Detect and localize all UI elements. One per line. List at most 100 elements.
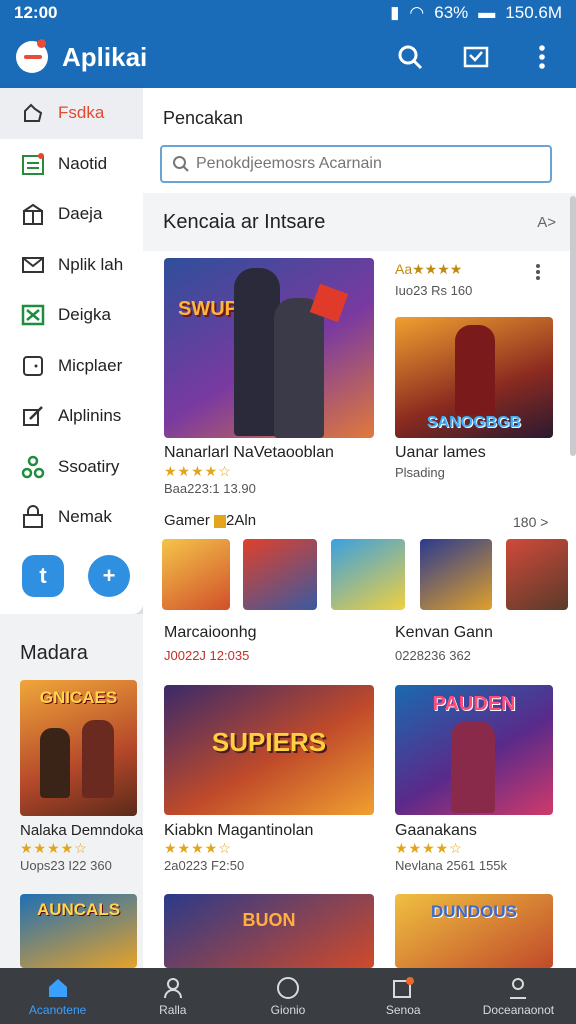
left-card-thumbnail[interactable]: GNICAES [20, 680, 137, 816]
share-nodes-icon [18, 452, 48, 482]
nav-label: Doceanaonot [482, 1002, 555, 1017]
search-button[interactable] [392, 39, 428, 75]
search-icon [173, 156, 189, 172]
wifi-icon: ◠ [409, 3, 425, 22]
sidebar-item-label: Deigka [58, 305, 111, 325]
thumb-title-text: SANOGBGB [426, 414, 522, 431]
sidebar-item-ssoatiry[interactable]: Ssoatiry [0, 442, 143, 493]
character-figure [455, 325, 495, 415]
nav-label: Acanotene [28, 1002, 87, 1017]
sidebar-add-button[interactable]: + [88, 554, 130, 597]
sidebar-item-label: Micplaer [58, 355, 123, 375]
left-panel: Madara GNICAES Nalaka Demndoka ★★★★☆ Uop… [0, 614, 143, 968]
sidebar-item-label: Naotid [58, 153, 108, 173]
app-root: 12:00 ▮ ◠ 63% ▬ 150.6M Aplikai Fsdka Nao… [0, 0, 576, 1024]
calendar-icon [18, 149, 48, 179]
character-figure [451, 721, 495, 813]
left-card-stars: ★★★★☆ [20, 840, 88, 856]
status-clock-right: 150.6M [505, 3, 562, 22]
card3-stars: ★★★★☆ [395, 840, 463, 856]
mid-right-title: Kenvan Gann [395, 624, 493, 641]
nav-ralla[interactable]: Ralla [115, 968, 230, 1024]
sidebar-item-micplaer[interactable]: Micplaer [0, 341, 143, 392]
thumb-title-text: DUNDOUS [431, 902, 517, 921]
thumb-title-text: PAUDEN [432, 693, 516, 715]
more-vertical-icon [539, 45, 545, 69]
sidebar-item-alplinins[interactable]: Alplinins [0, 391, 143, 442]
side-card-rating: Aa★★★★ [395, 261, 463, 277]
mid-left-sub: J0022J 12:035 [164, 648, 250, 663]
sidebar-item-daeja[interactable]: Daeja [0, 189, 143, 240]
nav-senoa[interactable]: Senoa [346, 968, 461, 1024]
sidebar-t-button[interactable]: t [22, 554, 64, 597]
card2-title: Kiabkn Magantinolan [164, 822, 314, 839]
more-vertical-icon [536, 264, 540, 280]
sidebar-item-label: Fsdka [58, 103, 105, 123]
left-card-sub: Uops23 I22 360 [20, 858, 112, 873]
status-time: 12:00 [14, 3, 58, 22]
character-figure [274, 298, 324, 438]
card2-stars: ★★★★☆ [164, 840, 232, 856]
side-card-sub: Iuo23 Rs 160 [395, 283, 473, 298]
gamer-row-label: Gamer 2Aln [164, 512, 256, 529]
mini-thumbnail[interactable] [243, 539, 317, 610]
sidebar-item-label: Nemak [58, 507, 112, 527]
mail-icon [18, 250, 48, 280]
left-card-title: Nalaka Demndoka [20, 822, 144, 839]
app-logo-icon [16, 39, 48, 73]
sidebar-item-naotid[interactable]: Naotid [0, 139, 143, 190]
character-figure [40, 728, 70, 798]
side-card-more-button[interactable] [528, 260, 548, 284]
side-card-thumbnail[interactable]: SANOGBGB [395, 317, 553, 438]
inbox-button[interactable] [458, 39, 494, 75]
section-more-link[interactable]: A> [537, 214, 556, 231]
mini-thumbnail[interactable] [162, 539, 230, 610]
featured-stars: ★★★★☆ [164, 463, 232, 479]
badge-icon [214, 514, 227, 528]
circle-icon [277, 976, 299, 999]
left-card-2-thumbnail[interactable]: AUNCALS [20, 894, 137, 968]
sidebar-item-label: Ssoatiry [58, 456, 120, 476]
sidebar-item-deigka[interactable]: Deigka [0, 290, 143, 341]
card4-thumbnail[interactable]: BUON [164, 894, 374, 968]
character-figure [82, 720, 114, 798]
card5-thumbnail[interactable]: DUNDOUS [395, 894, 553, 968]
sidebar-item-nplik[interactable]: Nplik lah [0, 240, 143, 291]
card3-sub: Nevlana 2561 155k [395, 858, 508, 873]
left-heading: Madara [20, 642, 88, 664]
inbox-check-icon [463, 46, 489, 68]
side-card-sub2: Plsading [395, 465, 445, 480]
gamer-row-more[interactable]: 180 > [513, 514, 548, 530]
status-right: ▮ ◠ 63% ▬ 150.6M [390, 3, 562, 23]
nav-doceanaonot[interactable]: Doceanaonot [461, 968, 576, 1024]
section-header: Kencaia ar Intsare A> [143, 193, 576, 251]
main-title: Pencakan [163, 108, 244, 128]
sidebar-item-nemak[interactable]: Nemak [0, 492, 143, 543]
card3-title: Gaanakans [395, 822, 477, 839]
card3-thumbnail[interactable]: PAUDEN [395, 685, 553, 815]
more-menu-button[interactable] [524, 39, 560, 75]
battery-icon: ▬ [478, 3, 496, 22]
appbar-actions [392, 39, 560, 75]
card2-sub: 2a0223 F2:50 [164, 858, 245, 873]
sidebar-item-label: Daeja [58, 204, 103, 224]
profile-icon [510, 977, 527, 999]
section-title: Kencaia ar Intsare [163, 210, 326, 233]
search-input[interactable] [196, 155, 536, 173]
nav-home[interactable]: Acanotene [0, 968, 115, 1024]
sidebar-actions: t + [0, 543, 143, 597]
thumb-title-text: AUNCALS [36, 900, 121, 919]
sidebar-item-fsdka[interactable]: Fsdka [0, 88, 143, 139]
thumb-title-text: BUON [242, 910, 296, 930]
excel-icon [18, 300, 48, 330]
scrollbar[interactable] [570, 196, 576, 456]
mini-thumbnail[interactable] [331, 539, 405, 610]
sidebar: Fsdka Naotid Daeja Nplik lah Deigka Micp… [0, 88, 143, 614]
card2-thumbnail[interactable]: SUPIERS [164, 685, 374, 815]
edit-icon [18, 401, 48, 431]
mini-thumbnail[interactable] [420, 539, 492, 610]
featured-thumbnail[interactable]: SWUPNIK [164, 258, 374, 438]
mini-thumbnail[interactable] [506, 539, 568, 610]
search-field[interactable] [160, 145, 552, 183]
nav-gionio[interactable]: Gionio [230, 968, 345, 1024]
